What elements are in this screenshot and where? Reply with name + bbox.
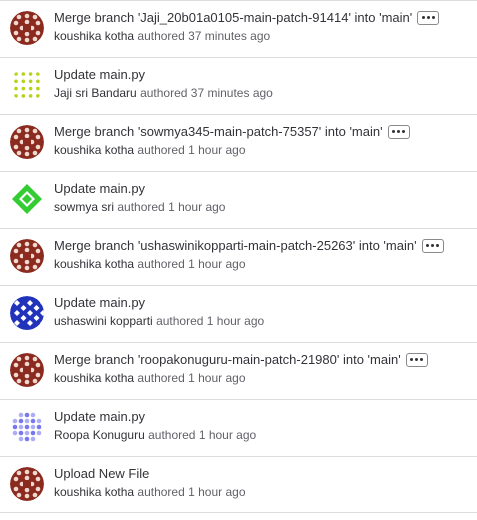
avatar[interactable] bbox=[10, 125, 44, 159]
author-link[interactable]: sowmya sri bbox=[54, 200, 114, 214]
commit-meta: koushika kotha authored 1 hour ago bbox=[54, 256, 246, 272]
ellipsis-h-icon[interactable] bbox=[405, 352, 428, 367]
author-link[interactable]: ushaswini kopparti bbox=[54, 314, 153, 328]
commit-time: 37 minutes ago bbox=[188, 29, 271, 43]
commit-meta: koushika kotha authored 37 minutes ago bbox=[54, 28, 270, 44]
author-link[interactable]: koushika kotha bbox=[54, 143, 134, 157]
commit-title-line: Merge branch 'ushaswinikopparti-main-pat… bbox=[54, 237, 444, 254]
row-divider bbox=[0, 0, 477, 1]
commit-time: 1 hour ago bbox=[188, 257, 246, 271]
commit-meta: Roopa Konuguru authored 1 hour ago bbox=[54, 427, 256, 443]
avatar[interactable] bbox=[10, 11, 44, 45]
commit-time: 1 hour ago bbox=[198, 428, 257, 442]
authored-label: authored bbox=[156, 314, 204, 328]
avatar[interactable] bbox=[10, 296, 44, 330]
commit-title-link[interactable]: Merge branch 'sowmya345-main-patch-75357… bbox=[54, 123, 383, 140]
row-divider bbox=[0, 57, 477, 58]
authored-label: authored bbox=[140, 86, 188, 100]
row-divider bbox=[0, 456, 477, 457]
commit-title-link[interactable]: Update main.py bbox=[54, 408, 145, 425]
commit-title-link[interactable]: Update main.py bbox=[54, 294, 145, 311]
author-link[interactable]: koushika kotha bbox=[54, 29, 134, 43]
row-divider bbox=[0, 114, 477, 115]
commit-meta: koushika kotha authored 1 hour ago bbox=[54, 484, 246, 500]
authored-label: authored bbox=[137, 257, 185, 271]
commit-row: Update main.py Jaji sri Bandaru authored… bbox=[0, 57, 477, 114]
authored-label: authored bbox=[137, 485, 185, 499]
ellipsis-h-icon[interactable] bbox=[421, 238, 444, 253]
commit-title-line: Upload New File bbox=[54, 465, 149, 482]
authored-label: authored bbox=[117, 200, 165, 214]
row-divider bbox=[0, 342, 477, 343]
avatar[interactable] bbox=[10, 467, 44, 501]
row-divider bbox=[0, 512, 477, 513]
commit-time: 1 hour ago bbox=[206, 314, 265, 328]
commit-row: Upload New File koushika kotha authored … bbox=[0, 456, 477, 513]
authored-label: authored bbox=[137, 371, 185, 385]
avatar[interactable] bbox=[10, 68, 44, 102]
commit-meta: sowmya sri authored 1 hour ago bbox=[54, 199, 225, 215]
commit-title-line: Update main.py bbox=[54, 66, 145, 83]
commit-meta: Jaji sri Bandaru authored 37 minutes ago bbox=[54, 85, 273, 101]
commit-title-line: Update main.py bbox=[54, 408, 145, 425]
commit-title-link[interactable]: Merge branch 'ushaswinikopparti-main-pat… bbox=[54, 237, 417, 254]
row-divider bbox=[0, 228, 477, 229]
commit-title-link[interactable]: Update main.py bbox=[54, 66, 145, 83]
author-link[interactable]: Roopa Konuguru bbox=[54, 428, 145, 442]
commit-title-line: Update main.py bbox=[54, 294, 145, 311]
authored-label: authored bbox=[137, 29, 185, 43]
author-link[interactable]: koushika kotha bbox=[54, 485, 134, 499]
ellipsis-h-icon[interactable] bbox=[387, 124, 410, 139]
authored-label: authored bbox=[148, 428, 196, 442]
commit-row: Update main.py ushaswini kopparti author… bbox=[0, 285, 477, 342]
row-divider bbox=[0, 171, 477, 172]
commit-title-line: Merge branch 'sowmya345-main-patch-75357… bbox=[54, 123, 410, 140]
commit-row: Update main.py Roopa Konuguru authored 1… bbox=[0, 399, 477, 456]
commit-title-link[interactable]: Merge branch 'Jaji_20b01a0105-main-patch… bbox=[54, 9, 412, 26]
avatar[interactable] bbox=[10, 182, 44, 216]
author-link[interactable]: Jaji sri Bandaru bbox=[54, 86, 137, 100]
authored-label: authored bbox=[137, 143, 185, 157]
avatar[interactable] bbox=[10, 410, 44, 444]
commit-time: 1 hour ago bbox=[188, 143, 246, 157]
commit-meta: koushika kotha authored 1 hour ago bbox=[54, 142, 246, 158]
row-divider bbox=[0, 399, 477, 400]
commit-title-link[interactable]: Upload New File bbox=[54, 465, 149, 482]
commit-time: 37 minutes ago bbox=[190, 86, 273, 100]
commit-time: 1 hour ago bbox=[168, 200, 226, 214]
commit-title-link[interactable]: Update main.py bbox=[54, 180, 145, 197]
commit-row: Merge branch 'ushaswinikopparti-main-pat… bbox=[0, 228, 477, 285]
commit-title-line: Update main.py bbox=[54, 180, 145, 197]
row-divider bbox=[0, 285, 477, 286]
commit-row: Merge branch 'roopakonuguru-main-patch-2… bbox=[0, 342, 477, 399]
commit-time: 1 hour ago bbox=[188, 485, 246, 499]
commit-row: Update main.py sowmya sri authored 1 hou… bbox=[0, 171, 477, 228]
author-link[interactable]: koushika kotha bbox=[54, 257, 134, 271]
commit-title-line: Merge branch 'Jaji_20b01a0105-main-patch… bbox=[54, 9, 440, 26]
commit-meta: koushika kotha authored 1 hour ago bbox=[54, 370, 246, 386]
commit-time: 1 hour ago bbox=[188, 371, 246, 385]
commit-meta: ushaswini kopparti authored 1 hour ago bbox=[54, 313, 264, 329]
ellipsis-h-icon[interactable] bbox=[417, 10, 440, 25]
commit-title-link[interactable]: Merge branch 'roopakonuguru-main-patch-2… bbox=[54, 351, 401, 368]
commit-row: Merge branch 'Jaji_20b01a0105-main-patch… bbox=[0, 0, 477, 57]
commit-row: Merge branch 'sowmya345-main-patch-75357… bbox=[0, 114, 477, 171]
author-link[interactable]: koushika kotha bbox=[54, 371, 134, 385]
commit-title-line: Merge branch 'roopakonuguru-main-patch-2… bbox=[54, 351, 428, 368]
avatar[interactable] bbox=[10, 353, 44, 387]
avatar[interactable] bbox=[10, 239, 44, 273]
